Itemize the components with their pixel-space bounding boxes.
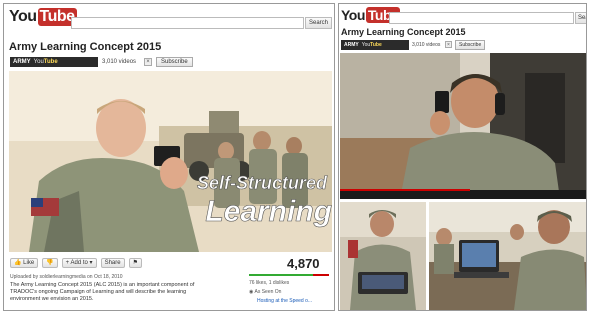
badge-youtube-text: YouTube: [362, 40, 382, 50]
logo-you: You: [9, 8, 37, 25]
logo-you: You: [341, 7, 365, 23]
chevron-down-icon: ▾: [89, 260, 93, 266]
hosting-link[interactable]: Hosting at the Speed o...: [257, 298, 312, 304]
subscribe-button[interactable]: Subscribe: [455, 40, 486, 50]
videos-count: 3,010 videos: [102, 59, 137, 65]
search-input[interactable]: [389, 12, 574, 24]
description-line: TRADOC's ongoing Campaign of Learning an…: [10, 289, 187, 295]
video-description: The Army Learning Concept 2015 (ALC 2015…: [10, 282, 245, 303]
army-youtube-badge[interactable]: ARMY YouTube: [10, 57, 98, 67]
photo-soldier-laptop-image: [340, 202, 426, 310]
add-to-button[interactable]: + Add to ▾: [61, 258, 97, 268]
thumbs-down-icon: 👎: [46, 260, 54, 266]
right-screenshot-panel: You Tube Sear Army Learning Concept 2015…: [338, 3, 587, 311]
photo-soldier-laptop: [340, 202, 426, 310]
view-count: 4,870: [287, 256, 320, 271]
as-seen-on-label: As Seen On: [254, 289, 282, 295]
subscribe-button[interactable]: Subscribe: [156, 57, 193, 67]
search-button[interactable]: Search: [305, 17, 332, 29]
video-overlay-line2: Learning: [205, 195, 332, 228]
dislike-button[interactable]: 👎: [42, 258, 58, 268]
flag-button[interactable]: ⚑: [128, 258, 142, 268]
video-frame-soldier-phone: Self-Structured Learning: [9, 71, 332, 252]
as-seen-on: ◉ As Seen On: [249, 289, 281, 295]
share-button[interactable]: Share: [100, 258, 125, 268]
badge-army-text: ARMY: [344, 42, 359, 48]
eye-icon: ◉: [249, 289, 254, 295]
video-frame-soldier-radio: [340, 53, 586, 199]
description-line: environment we envision an 2015.: [10, 296, 94, 302]
channel-title: Army Learning Concept 2015: [9, 41, 162, 53]
video-action-bar: 👍 Like 👎 + Add to ▾ Share ⚑: [10, 258, 142, 268]
likes-summary: 76 likes, 1 dislikes: [249, 280, 290, 286]
badge-youtube-text: YouTube: [34, 57, 58, 67]
rating-bar: [249, 274, 329, 276]
rating-bar-fill: [249, 274, 313, 276]
video-player[interactable]: Self-Structured Learning: [9, 71, 332, 252]
badge-army-text: ARMY: [13, 59, 31, 65]
plus-icon: +: [65, 260, 70, 266]
army-youtube-badge[interactable]: ARMY YouTube: [341, 40, 409, 50]
badge-you: You: [361, 42, 371, 48]
video-overlay-line1: Self-Structured: [197, 173, 328, 193]
search-button[interactable]: Sear: [575, 12, 586, 24]
search-input[interactable]: [71, 17, 304, 29]
channel-title: Army Learning Concept 2015: [341, 27, 466, 37]
like-button[interactable]: 👍 Like: [10, 258, 39, 268]
like-label: Like: [23, 260, 35, 266]
description-line: The Army Learning Concept 2015 (ALC 2015…: [10, 282, 195, 288]
close-icon[interactable]: ×: [144, 58, 152, 66]
add-to-label: Add to: [70, 260, 88, 266]
thumbs-up-icon: 👍: [14, 260, 22, 266]
youtube-logo[interactable]: You Tube: [9, 8, 77, 26]
badge-tube: Tube: [43, 59, 58, 65]
photo-soldiers-laptops-image: [429, 202, 586, 310]
uploaded-by: Uploaded by soldierlearningmedia on Oct …: [10, 274, 123, 280]
videos-count: 3,010 videos: [412, 42, 441, 48]
video-player[interactable]: [340, 53, 586, 199]
photo-soldiers-laptops: [429, 202, 586, 310]
badge-tube: Tube: [370, 42, 382, 48]
badge-you: You: [33, 59, 44, 65]
close-icon[interactable]: ×: [445, 41, 452, 48]
left-screenshot-panel: You Tube Search Army Learning Concept 20…: [3, 3, 335, 311]
flag-icon: ⚑: [132, 260, 138, 266]
